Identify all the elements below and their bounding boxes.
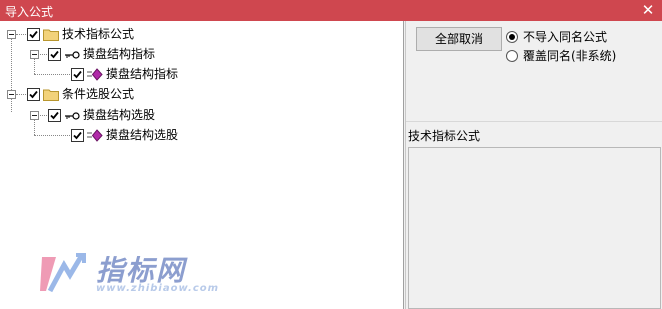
- tree-label: 摸盘结构选股: [106, 128, 179, 142]
- tree-node-indicator-structure[interactable]: 摸盘结构指标: [0, 45, 200, 63]
- checkbox-stock-screening[interactable]: [27, 88, 40, 101]
- close-button[interactable]: ✕: [640, 2, 656, 18]
- tree-label: 摸盘结构选股: [83, 108, 156, 122]
- checkbox-screening-structure[interactable]: [48, 109, 61, 122]
- tree-node-screening-structure[interactable]: 摸盘结构选股: [0, 106, 200, 124]
- radio-no-import[interactable]: [506, 31, 518, 43]
- options-pane: 全部取消 不导入同名公式 覆盖同名(非系统) 技术指标公式: [405, 21, 662, 309]
- tree-label: 摸盘结构指标: [83, 47, 156, 61]
- collapse-toggle[interactable]: [7, 30, 16, 39]
- tree-label: 技术指标公式: [62, 27, 135, 41]
- formula-icon: [87, 129, 103, 145]
- key-icon: [64, 110, 80, 124]
- tree-node-screening-formula[interactable]: 摸盘结构选股: [0, 126, 200, 144]
- formula-icon: [87, 68, 103, 84]
- radio-overwrite-label[interactable]: 覆盖同名(非系统): [523, 49, 616, 63]
- folder-icon: [43, 88, 59, 104]
- title-bar: 导入公式 ✕: [0, 0, 662, 21]
- folder-icon: [43, 28, 59, 44]
- formula-tree: 技术指标公式 摸盘结构指标 摸盘结构指标 条件选股公式 摸盘结构选股 摸盘结构选…: [0, 21, 404, 309]
- tree-label: 摸盘结构指标: [106, 67, 179, 81]
- collapse-toggle[interactable]: [30, 111, 39, 120]
- cancel-all-button[interactable]: 全部取消: [416, 27, 502, 51]
- collapse-toggle[interactable]: [30, 50, 39, 59]
- tree-node-stock-screening[interactable]: 条件选股公式: [0, 85, 200, 103]
- checkbox-tech-formulas[interactable]: [27, 28, 40, 41]
- key-icon: [64, 49, 80, 63]
- info-section-label: 技术指标公式: [408, 129, 481, 143]
- tree-label: 条件选股公式: [62, 87, 135, 101]
- watermark-logo-icon: [40, 253, 86, 293]
- tree-node-tech-formulas[interactable]: 技术指标公式: [0, 25, 200, 43]
- formula-info-box: [408, 147, 661, 309]
- collapse-toggle[interactable]: [7, 90, 16, 99]
- watermark-url: www.zhibiaow.com: [96, 283, 220, 294]
- window-title: 导入公式: [5, 5, 54, 19]
- watermark: 指标网 www.zhibiaow.com: [38, 249, 238, 299]
- checkbox-indicator-formula[interactable]: [71, 68, 84, 81]
- radio-overwrite[interactable]: [506, 50, 518, 62]
- checkbox-indicator-structure[interactable]: [48, 48, 61, 61]
- divider: [406, 121, 662, 122]
- radio-no-import-label[interactable]: 不导入同名公式: [523, 30, 607, 44]
- checkbox-screening-formula[interactable]: [71, 129, 84, 142]
- tree-node-indicator-formula[interactable]: 摸盘结构指标: [0, 65, 200, 83]
